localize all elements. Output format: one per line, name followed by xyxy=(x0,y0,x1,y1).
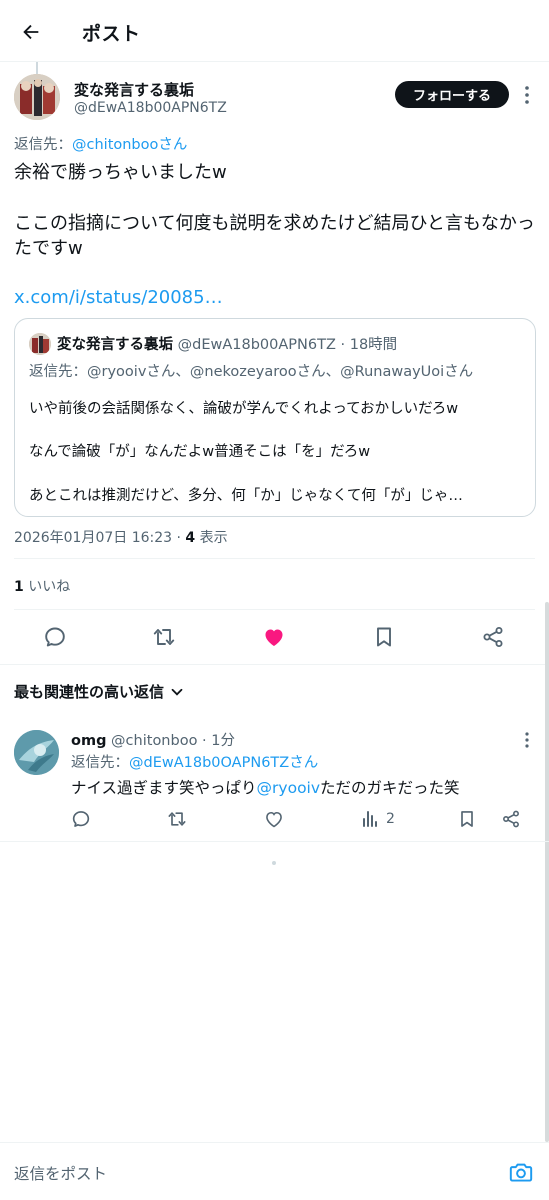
reply-button[interactable] xyxy=(42,624,68,650)
divider xyxy=(14,609,535,610)
reply-views-count: 2 xyxy=(386,811,395,827)
chevron-down-icon xyxy=(171,688,183,696)
back-button[interactable] xyxy=(16,17,46,47)
heart-icon xyxy=(266,811,282,828)
page-title: ポスト xyxy=(82,23,141,45)
bookmark-button[interactable] xyxy=(371,624,397,650)
quote-author-name: 変な発言する裏垢 xyxy=(57,337,173,353)
loading-indicator xyxy=(272,861,276,865)
reply-avatar[interactable] xyxy=(14,730,59,775)
quote-text-line: あとこれは推測だけど、多分、何「か」じゃなくて何「が」じゃ… xyxy=(29,488,463,504)
reply-header: omg @chitonboo · 1分 xyxy=(71,729,235,750)
reply-sort-dropdown[interactable]: 最も関連性の高い返信 xyxy=(14,681,184,702)
more-icon xyxy=(525,86,529,104)
repost-icon xyxy=(168,812,186,826)
more-icon xyxy=(525,732,529,748)
quote-avatar xyxy=(29,333,51,355)
quote-text-line: なんで論破「が」なんだよw普通そこは「を」だろw xyxy=(29,444,371,460)
divider xyxy=(0,664,549,665)
reply-reply-button[interactable] xyxy=(71,808,91,830)
quote-time: · 18時間 xyxy=(335,337,398,353)
reply-icon xyxy=(72,811,90,827)
share-icon xyxy=(483,627,503,647)
reply-composer: 返信をポスト xyxy=(0,1142,549,1200)
post-text: 余裕で勝っちゃいましたw ここの指摘について何度も説明を求めたけど結局ひと言もな… xyxy=(14,162,535,260)
reply-mention[interactable]: @ryooiv xyxy=(257,779,321,797)
quote-author-handle: @dEwA18b00APN6TZ xyxy=(173,337,336,353)
follow-button[interactable]: フォローする xyxy=(395,81,509,108)
reply-to-mention[interactable]: @dEwA18b0OAPN6TZさん xyxy=(129,755,318,771)
reply-to-line: 返信先：@chitonbooさん xyxy=(14,137,188,153)
likes-count[interactable]: 1 いいね xyxy=(14,576,70,596)
author-avatar[interactable] xyxy=(14,74,60,120)
reply-views-button[interactable]: 2 xyxy=(362,808,395,830)
more-button[interactable] xyxy=(520,84,534,106)
views-icon xyxy=(363,811,377,827)
post-link[interactable]: x.com/i/status/20085… xyxy=(14,287,223,308)
views-count: 4 xyxy=(185,530,196,546)
heart-icon xyxy=(265,629,283,646)
reply-time: · 1分 xyxy=(197,733,236,749)
reply-bookmark-button[interactable] xyxy=(457,808,477,830)
scrollbar[interactable] xyxy=(545,602,549,1142)
back-arrow-icon xyxy=(23,24,39,40)
camera-icon xyxy=(509,1163,533,1182)
reply-author-handle[interactable]: @chitonboo xyxy=(106,733,197,749)
author-handle[interactable]: @dEwA18b00APN6TZ xyxy=(74,100,227,116)
top-bar: ポスト xyxy=(0,0,549,62)
thread-line xyxy=(36,62,38,74)
like-button[interactable] xyxy=(261,624,287,650)
camera-button[interactable] xyxy=(508,1159,534,1185)
reply-to-mention[interactable]: @chitonboo xyxy=(72,137,158,153)
quote-reply-to: 返信先：@ryooivさん、@nekozeyarooさん、@RunawayUoi… xyxy=(29,364,474,380)
author-name[interactable]: 変な発言する裏垢 xyxy=(74,79,194,100)
quote-header: 変な発言する裏垢 @dEwA18b00APN6TZ · 18時間 xyxy=(57,333,397,354)
reply-text: ナイス過ぎます笑やっぱり@ryooivただのガキだった笑 xyxy=(71,779,460,797)
bookmark-icon xyxy=(461,811,473,827)
quoted-post[interactable]: 変な発言する裏垢 @dEwA18b00APN6TZ · 18時間 返信先：@ry… xyxy=(14,318,536,517)
reply-like-button[interactable] xyxy=(264,808,284,830)
repost-icon xyxy=(153,629,175,645)
reply-repost-button[interactable] xyxy=(167,808,187,830)
reply-input[interactable]: 返信をポスト xyxy=(14,1162,107,1184)
divider xyxy=(0,841,549,842)
post-timestamp: 2026年01月07日 16:23 · 4 表示 xyxy=(14,530,228,546)
repost-button[interactable] xyxy=(151,624,177,650)
quote-text-line: いや前後の会話関係なく、論破が学んでくれよっておかしいだろw xyxy=(29,401,459,417)
share-button[interactable] xyxy=(480,624,506,650)
reply-reply-to: 返信先：@dEwA18b0OAPN6TZさん xyxy=(71,755,319,771)
reply-more-button[interactable] xyxy=(520,731,534,749)
share-icon xyxy=(503,810,519,828)
divider xyxy=(14,558,535,559)
reply-icon xyxy=(45,627,65,647)
reply-share-button[interactable] xyxy=(501,808,521,830)
reply-author-name[interactable]: omg xyxy=(71,733,106,749)
bookmark-icon xyxy=(377,627,391,647)
